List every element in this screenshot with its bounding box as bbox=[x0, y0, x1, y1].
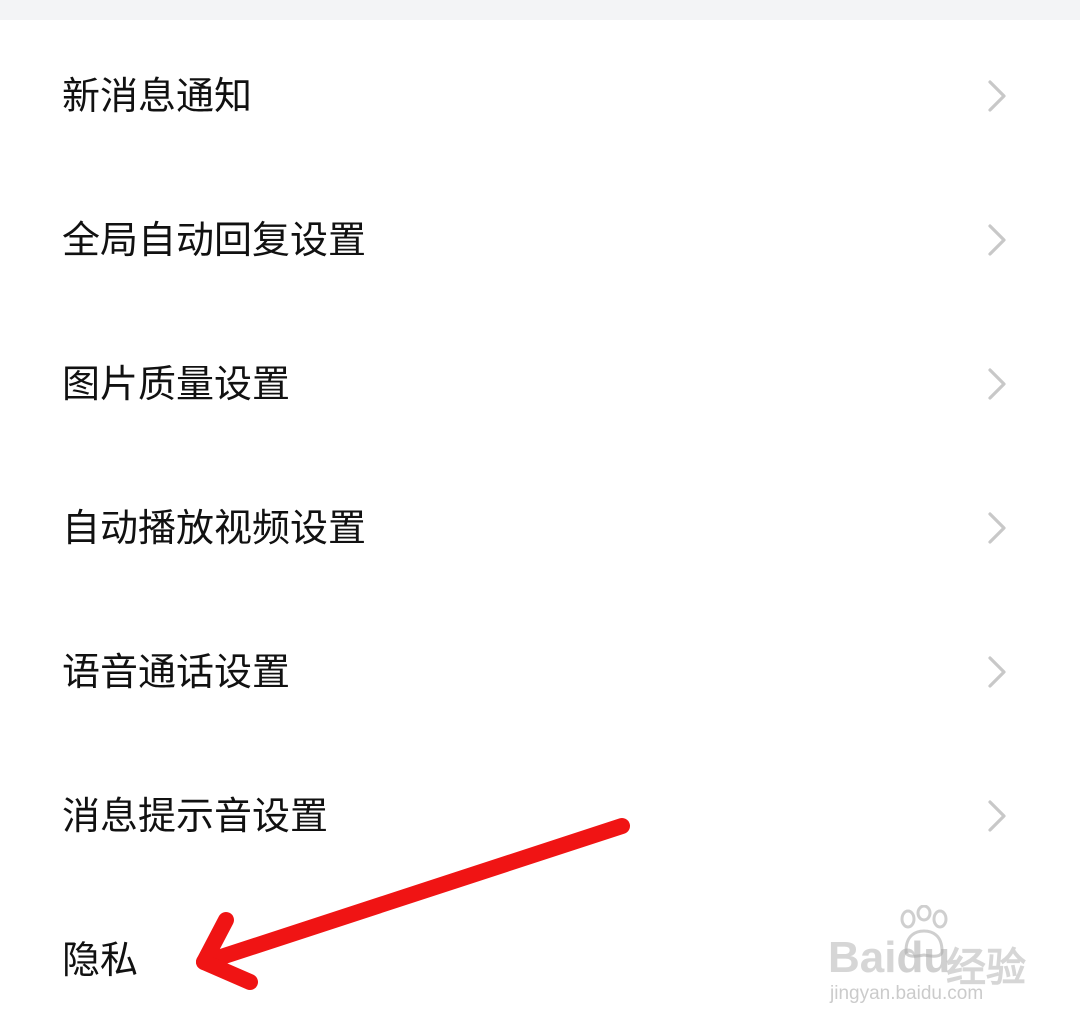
chevron-right-icon bbox=[988, 800, 1006, 832]
settings-item-voice-call[interactable]: 语音通话设置 bbox=[0, 600, 1080, 744]
chevron-right-icon bbox=[988, 224, 1006, 256]
watermark-url: jingyan.baidu.com bbox=[830, 983, 984, 1004]
settings-item-message-sound[interactable]: 消息提示音设置 bbox=[0, 744, 1080, 888]
settings-list: 新消息通知 全局自动回复设置 图片质量设置 自动播放视频设置 语音通话设置 消息… bbox=[0, 20, 1080, 1026]
settings-item-label: 语音通话设置 bbox=[62, 650, 291, 694]
settings-item-label: 自动播放视频设置 bbox=[62, 506, 367, 550]
settings-item-label: 隐私 bbox=[62, 938, 139, 982]
chevron-right-icon bbox=[988, 368, 1006, 400]
watermark-brand: Baidu bbox=[828, 933, 951, 982]
settings-item-global-auto-reply[interactable]: 全局自动回复设置 bbox=[0, 168, 1080, 312]
settings-item-label: 图片质量设置 bbox=[62, 362, 291, 406]
chevron-right-icon bbox=[988, 512, 1006, 544]
settings-item-label: 全局自动回复设置 bbox=[62, 218, 367, 262]
settings-item-image-quality[interactable]: 图片质量设置 bbox=[0, 312, 1080, 456]
baidu-jingyan-watermark: Baidu 经验 jingyan.baidu.com bbox=[828, 905, 1028, 1005]
chevron-right-icon bbox=[988, 656, 1006, 688]
settings-item-new-message-notification[interactable]: 新消息通知 bbox=[0, 24, 1080, 168]
chevron-right-icon bbox=[988, 80, 1006, 112]
settings-item-label: 新消息通知 bbox=[62, 74, 253, 118]
settings-item-autoplay-video[interactable]: 自动播放视频设置 bbox=[0, 456, 1080, 600]
settings-item-label: 消息提示音设置 bbox=[62, 794, 329, 838]
top-band bbox=[0, 0, 1080, 20]
